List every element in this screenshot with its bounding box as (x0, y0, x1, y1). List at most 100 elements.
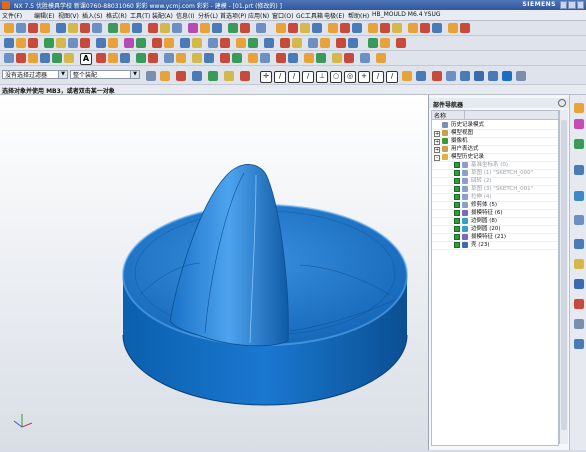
view-4-icon[interactable] (488, 71, 498, 81)
mould-tool-4-icon[interactable] (312, 23, 322, 33)
curve-10-icon[interactable] (136, 53, 146, 63)
menu-help[interactable]: 帮助(H) (348, 11, 369, 20)
trim-body-icon[interactable] (172, 23, 182, 33)
curve-27-icon[interactable] (376, 53, 386, 63)
intersection-icon[interactable]: ⊥ (316, 71, 328, 83)
sync-8-icon[interactable] (308, 38, 318, 48)
curve-25-icon[interactable] (344, 53, 354, 63)
sync-5-icon[interactable] (264, 38, 274, 48)
tree-node[interactable]: 拔模特征 (21) (432, 233, 558, 241)
text-icon[interactable]: A (80, 53, 92, 65)
slot-icon[interactable] (92, 23, 102, 33)
menu-application[interactable]: 应用(N) (248, 11, 269, 20)
select-5-icon[interactable] (208, 71, 218, 81)
snap-point-icon[interactable]: ✛ (260, 71, 272, 83)
system-scenes-tab-icon[interactable] (574, 299, 584, 309)
end-point-icon[interactable]: / (274, 71, 286, 83)
chevron-down-icon[interactable]: ▼ (130, 71, 139, 78)
curve-12-icon[interactable] (164, 53, 174, 63)
menu-format[interactable]: 格式(R) (106, 11, 127, 20)
menu-insert[interactable]: 插入(S) (82, 11, 103, 20)
select-6-icon[interactable] (224, 71, 234, 81)
graphics-viewport[interactable] (0, 95, 428, 450)
component-icon[interactable] (16, 38, 26, 48)
menu-analysis[interactable]: 分析(L) (198, 11, 218, 20)
mirror-icon[interactable] (240, 23, 250, 33)
filter-select[interactable]: 没有选择过滤器 ▼ (2, 70, 68, 79)
arc-center-icon[interactable]: ○ (330, 71, 342, 83)
curve-23-icon[interactable] (316, 53, 326, 63)
curve-21-icon[interactable] (288, 53, 298, 63)
curve-2-icon[interactable] (16, 53, 26, 63)
tree-node[interactable]: - 模型历史记录 (432, 153, 558, 161)
system-materials-tab-icon[interactable] (574, 239, 584, 249)
hole-icon[interactable] (40, 23, 50, 33)
tree-node[interactable]: 拉伸 (4) (432, 193, 558, 201)
menu-tools[interactable]: 工具(T) (130, 11, 150, 20)
sync-6-icon[interactable] (280, 38, 290, 48)
view-6-icon[interactable] (516, 71, 526, 81)
menu-file[interactable]: 文件(F) (2, 11, 22, 20)
patch-icon[interactable] (192, 38, 202, 48)
draft-icon[interactable] (160, 23, 170, 33)
shell-icon[interactable] (148, 23, 158, 33)
surface-6-icon[interactable] (108, 38, 118, 48)
scrollbar-thumb[interactable] (561, 120, 567, 430)
process-studio-tab-icon[interactable] (574, 259, 584, 269)
mould-tool-1-icon[interactable] (276, 23, 286, 33)
surface-2-icon[interactable] (56, 38, 66, 48)
sync-9-icon[interactable] (320, 38, 330, 48)
minimize-button[interactable] (560, 1, 568, 9)
surface-1-icon[interactable] (44, 38, 54, 48)
maximize-button[interactable] (568, 1, 576, 9)
tree-scrollbar[interactable] (559, 110, 568, 444)
view-2-icon[interactable] (460, 71, 470, 81)
trim-sheet-icon[interactable] (152, 38, 162, 48)
curve-11-icon[interactable] (148, 53, 158, 63)
tree-node[interactable]: 回转 (2) (432, 177, 558, 185)
surface-5-icon[interactable] (96, 38, 106, 48)
existing-point-icon[interactable]: + (358, 71, 370, 83)
tree-node[interactable]: 历史记录模式 (432, 121, 558, 129)
visibility-checkbox-icon[interactable] (454, 194, 460, 200)
menu-hb-mould[interactable]: HB_MOULD M6.4 (372, 11, 423, 18)
curve-15-icon[interactable] (204, 53, 214, 63)
extend-icon[interactable] (164, 38, 174, 48)
select-1-icon[interactable] (146, 71, 156, 81)
tree-node[interactable]: 基准坐标系 (0) (432, 161, 558, 169)
curve-24-icon[interactable] (332, 53, 342, 63)
view-1-icon[interactable] (446, 71, 456, 81)
visibility-checkbox-icon[interactable] (454, 178, 460, 184)
tree-node[interactable]: 边倒圆 (20) (432, 225, 558, 233)
select-10-icon[interactable] (432, 71, 442, 81)
sync-14-icon[interactable] (396, 38, 406, 48)
chamfer-icon[interactable] (132, 23, 142, 33)
chevron-down-icon[interactable]: ▼ (58, 71, 67, 78)
groove-icon[interactable] (108, 23, 118, 33)
mould-tool-8-icon[interactable] (368, 23, 378, 33)
surface-4-icon[interactable] (80, 38, 90, 48)
select-4-icon[interactable] (192, 71, 202, 81)
curve-16-icon[interactable] (220, 53, 230, 63)
mould-tool-7-icon[interactable] (352, 23, 362, 33)
roles-tab-icon[interactable] (574, 279, 584, 289)
mould-tool-6-icon[interactable] (340, 23, 350, 33)
sketch-icon[interactable] (4, 23, 14, 33)
assembly-navigator-tab-icon[interactable] (574, 119, 584, 129)
curve-20-icon[interactable] (276, 53, 286, 63)
quadrant-icon[interactable]: ◎ (344, 71, 356, 83)
hd3d-tab-icon[interactable] (574, 339, 584, 349)
visibility-checkbox-icon[interactable] (454, 226, 460, 232)
datum-plane-icon[interactable] (256, 23, 266, 33)
sync-1-icon[interactable] (208, 38, 218, 48)
menu-assembly[interactable]: 装配(A) (152, 11, 173, 20)
mould-tool-11-icon[interactable] (408, 23, 418, 33)
tree-node[interactable]: + 模型视图 (432, 129, 558, 137)
curve-9-icon[interactable] (120, 53, 130, 63)
sync-12-icon[interactable] (368, 38, 378, 48)
web-browser-tab-icon[interactable] (574, 191, 584, 201)
curve-22-icon[interactable] (304, 53, 314, 63)
menu-info[interactable]: 信息(I) (176, 11, 194, 20)
sew-icon[interactable] (136, 38, 146, 48)
menu-view[interactable]: 视图(V) (58, 11, 79, 20)
